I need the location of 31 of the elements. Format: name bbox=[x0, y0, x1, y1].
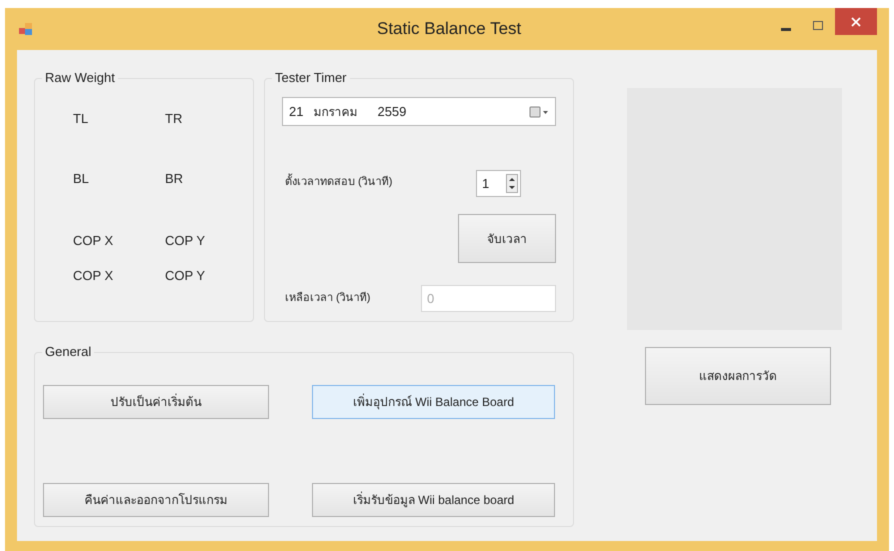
button[interactable]: แสดงผลการวัด bbox=[645, 347, 831, 405]
sensor-label: BR bbox=[165, 170, 184, 188]
window-title: Static Balance Test bbox=[377, 18, 522, 40]
group-title: Raw Weight bbox=[42, 70, 118, 86]
date-month: มกราคม bbox=[313, 104, 358, 120]
close-button[interactable] bbox=[835, 8, 877, 35]
test-time-label: ตั้งเวลาทดสอบ (วินาที) bbox=[285, 174, 476, 190]
maximize-icon[interactable] bbox=[813, 21, 823, 30]
button[interactable]: จับเวลา bbox=[458, 214, 556, 263]
number-spinner[interactable]: 1 bbox=[476, 170, 521, 197]
sensor-label: COP Y bbox=[165, 267, 206, 285]
spinner-value: 1 bbox=[482, 174, 490, 193]
sensor-label: BL bbox=[73, 170, 90, 188]
calendar-dropdown-icon[interactable] bbox=[529, 106, 549, 118]
sensor-label: TL bbox=[73, 110, 90, 128]
button[interactable]: ปรับเป็นค่าเริ่มต้น bbox=[43, 385, 269, 419]
minimize-icon[interactable] bbox=[781, 28, 791, 32]
date-day: 21 bbox=[289, 102, 304, 122]
remaining-time-label: เหลือเวลา (วินาที) bbox=[285, 290, 372, 306]
sensor-label: COP X bbox=[73, 267, 114, 285]
spinner-arrows-icon[interactable] bbox=[506, 174, 518, 193]
close-icon[interactable] bbox=[851, 16, 861, 26]
date-picker[interactable]: 21 มกราคม 2559 bbox=[282, 97, 556, 126]
app-icon bbox=[19, 23, 33, 35]
button[interactable]: เริ่มรับข้อมูล Wii balance board bbox=[312, 483, 555, 517]
sensor-label: COP Y bbox=[165, 232, 206, 250]
button[interactable]: คืนค่าและออกจากโปรแกรม bbox=[43, 483, 269, 517]
button[interactable]: เพิ่มอุปกรณ์ Wii Balance Board bbox=[312, 385, 555, 419]
sensor-label: COP X bbox=[73, 232, 114, 250]
date-year: 2559 bbox=[377, 102, 406, 121]
sensor-label: TR bbox=[165, 110, 184, 128]
